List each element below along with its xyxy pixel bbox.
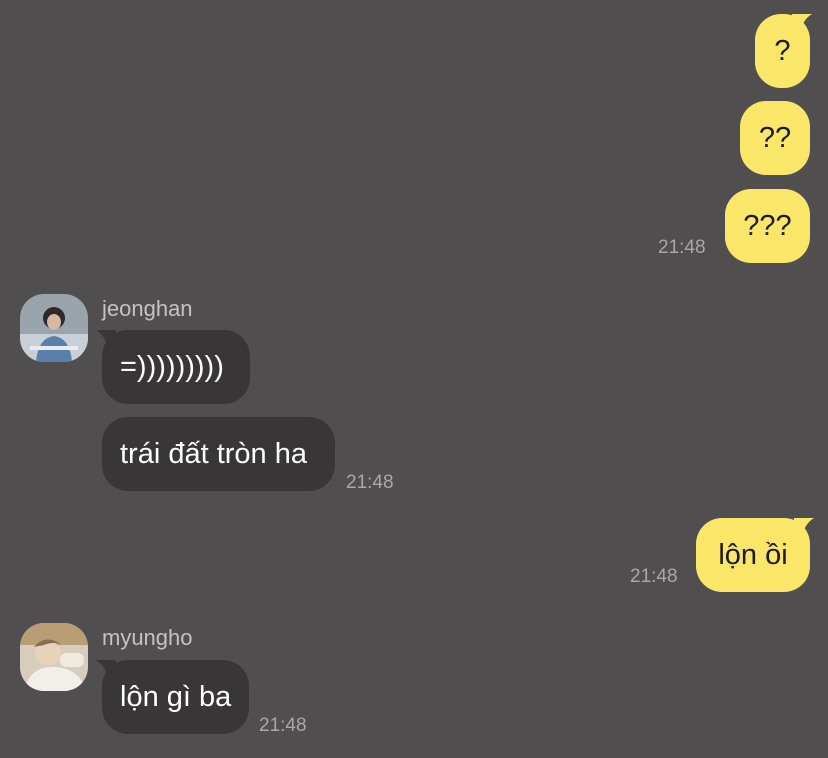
outgoing-message[interactable]: ??? bbox=[725, 189, 810, 263]
avatar-myungho[interactable] bbox=[20, 623, 88, 691]
avatar-jeonghan[interactable] bbox=[20, 294, 88, 362]
incoming-message[interactable]: =))))))))) bbox=[102, 330, 250, 404]
profile-photo-icon bbox=[20, 623, 88, 691]
message-timestamp: 21:48 bbox=[630, 566, 678, 587]
incoming-message[interactable]: trái đất tròn ha bbox=[102, 417, 335, 491]
sender-name: jeonghan bbox=[102, 296, 193, 321]
outgoing-message[interactable]: lộn ồi bbox=[696, 518, 810, 592]
outgoing-message[interactable]: ?? bbox=[740, 101, 810, 175]
outgoing-message[interactable]: ? bbox=[755, 14, 810, 88]
incoming-message[interactable]: lộn gì ba bbox=[102, 660, 249, 734]
profile-photo-icon bbox=[20, 294, 88, 362]
sender-name: myungho bbox=[102, 625, 193, 650]
message-timestamp: 21:48 bbox=[259, 715, 307, 736]
message-timestamp: 21:48 bbox=[346, 472, 394, 493]
message-timestamp: 21:48 bbox=[658, 237, 706, 258]
